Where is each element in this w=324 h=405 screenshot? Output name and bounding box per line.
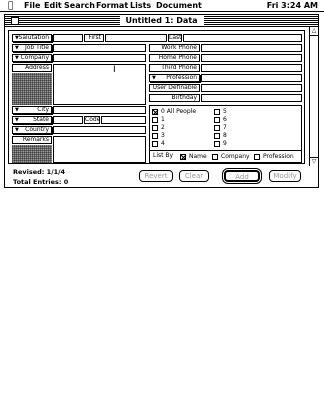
menu-search[interactable]: Search [64,1,95,11]
checkbox-icon [214,124,220,131]
code-label: Code [84,116,100,124]
address-label: Address [12,64,52,72]
group-checkbox-2[interactable]: 2 [152,124,165,131]
third-phone-label: Third Phone [149,64,200,72]
group-checkbox-7[interactable]: 7 [214,124,227,131]
job-title-popup[interactable]: ▼ Job Title [12,44,52,52]
menu-document[interactable]: Document [156,1,202,11]
checkbox-checked-icon [180,153,186,160]
menu-format[interactable]: Format [96,1,128,11]
total-entries: Total Entries: 0 [13,178,69,186]
popup-triangle-icon: ▼ [15,55,19,61]
state-field[interactable] [53,116,83,124]
close-box-icon[interactable] [11,17,19,25]
address-gray-fill [12,73,52,105]
group-checkbox-3[interactable]: 3 [152,132,165,139]
work-phone-field[interactable] [201,44,302,52]
popup-triangle-icon: ▼ [15,35,19,41]
window-title: Untitled 1: Data [119,15,204,26]
list-by-name-checkbox[interactable]: Name [180,153,207,160]
last-name-field[interactable] [183,34,302,42]
group-checkbox-1[interactable]: 1 [152,116,165,123]
menubar-clock: Fri 3:24 AM [266,1,318,10]
popup-triangle-icon: ▼ [15,117,19,123]
ibeam-cursor-icon: I [113,65,116,75]
home-phone-label: Home Phone [149,54,200,62]
zip-code-field[interactable] [101,116,146,124]
group-checkbox-6[interactable]: 6 [214,116,227,123]
popup-triangle-icon: ▼ [15,45,19,51]
group-checkbox-4[interactable]: 4 [152,140,165,147]
modify-button[interactable]: Modify [269,170,301,182]
home-phone-field[interactable] [201,54,302,62]
checkbox-icon [152,116,158,123]
profession-field[interactable] [201,74,302,82]
remarks-label: Remarks [12,136,52,144]
remarks-field[interactable] [53,136,146,163]
salutation-field[interactable] [53,34,83,42]
group-checkbox-8[interactable]: 8 [214,132,227,139]
popup-triangle-icon: ▼ [15,107,19,113]
checkbox-icon [152,124,158,131]
revised-date: Revised: 1/1/4 [13,168,65,176]
menu-edit[interactable]: Edit [44,1,62,11]
job-title-field[interactable] [53,44,146,52]
company-popup[interactable]: ▼ Company [12,54,52,62]
window-titlebar[interactable]: Untitled 1: Data [5,15,318,27]
checkbox-icon [214,140,220,147]
data-window: Untitled 1: Data △ ▽ ▼ Salutation First … [4,14,319,188]
clear-button[interactable]: Clear [179,170,209,182]
checkbox-icon [214,132,220,139]
checkbox-icon [214,116,220,123]
scroll-up-arrow-icon[interactable]: △ [309,27,318,36]
third-phone-field[interactable] [201,64,302,72]
city-popup[interactable]: ▼ City [12,106,52,114]
checkbox-icon [152,140,158,147]
apple-menu-icon[interactable]:  [8,1,13,11]
group-checkbox-5[interactable]: 5 [214,108,227,115]
group-checkbox-9[interactable]: 9 [214,140,227,147]
list-by-row: List By [153,152,174,159]
groups-panel: 0 All People 1 2 3 4 5 6 7 8 9 List By N… [149,105,302,163]
menu-file[interactable]: File [24,1,40,11]
list-by-company-checkbox[interactable]: Company [212,153,250,160]
popup-triangle-icon: ▼ [152,75,156,81]
last-label: Last [168,34,182,42]
revert-button[interactable]: Revert [139,170,173,182]
birthday-field[interactable] [201,94,302,102]
data-entry-form: ▼ Salutation First Last ▼ Job Title ▼ Co… [8,30,305,164]
checkbox-checked-icon [152,108,158,115]
birthday-label: Birthday [149,94,200,102]
first-name-field[interactable] [105,34,167,42]
checkbox-icon [214,108,220,115]
menu-bar:  File Edit Search Format Lists Document… [0,0,324,12]
scroll-down-arrow-icon[interactable]: ▽ [309,157,318,166]
country-popup[interactable]: ▼ Country [12,126,52,134]
salutation-popup[interactable]: ▼ Salutation [12,34,52,42]
checkbox-icon [152,132,158,139]
country-field[interactable] [53,126,146,134]
menu-lists[interactable]: Lists [130,1,151,11]
city-field[interactable] [53,106,146,114]
popup-triangle-icon: ▼ [15,127,19,133]
remarks-gray-fill [12,145,52,163]
group-checkbox-all-people[interactable]: 0 All People [152,108,196,115]
user-definable-field[interactable] [201,84,302,92]
checkbox-icon [254,153,260,160]
first-label: First [84,34,104,42]
profession-popup[interactable]: ▼ Profession [149,74,200,82]
work-phone-label: Work Phone [149,44,200,52]
checkbox-icon [212,153,218,160]
state-popup[interactable]: ▼ State [12,116,52,124]
add-button[interactable]: Add [224,170,260,182]
list-by-profession-checkbox[interactable]: Profession [254,153,294,160]
groups-divider [150,150,301,151]
user-definable-label: User Definable [149,84,200,92]
address-field[interactable] [53,64,146,105]
company-field[interactable] [53,54,146,62]
vertical-scrollbar[interactable] [309,36,318,157]
